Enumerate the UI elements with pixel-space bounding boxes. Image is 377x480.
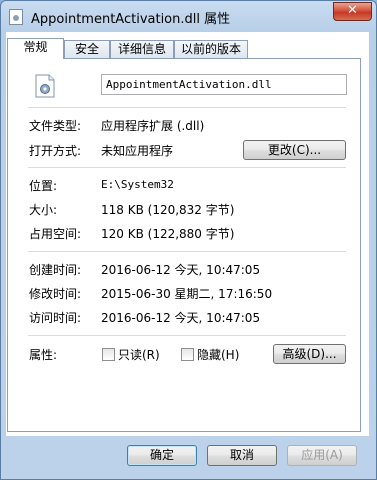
cancel-button[interactable]: 取消 bbox=[207, 445, 277, 466]
size-on-disk-value: 120 KB (122,880 字节) bbox=[101, 227, 235, 241]
separator bbox=[28, 167, 346, 168]
size-on-disk-label: 占用空间: bbox=[29, 227, 82, 241]
dll-gear-icon bbox=[35, 74, 55, 98]
window-title: AppointmentActivation.dll 属性 bbox=[31, 12, 231, 27]
file-type-label: 文件类型: bbox=[29, 119, 82, 133]
modified-value: 2015-06-30 星期二, 17:16:50 bbox=[101, 287, 273, 301]
created-value: 2016-06-12 今天, 10:47:05 bbox=[101, 263, 261, 277]
accessed-label: 访问时间: bbox=[29, 311, 82, 325]
attributes-label: 属性: bbox=[29, 348, 58, 362]
separator bbox=[28, 335, 346, 336]
readonly-label[interactable]: 只读(R) bbox=[118, 346, 160, 363]
general-tab-panel bbox=[7, 58, 361, 432]
accessed-value: 2016-06-12 今天, 10:47:05 bbox=[101, 311, 261, 325]
close-button[interactable]: ✕ bbox=[333, 2, 372, 21]
file-name-field[interactable]: AppointmentActivation.dll bbox=[101, 74, 347, 95]
close-icon: ✕ bbox=[347, 3, 358, 18]
tab-security[interactable]: 安全 bbox=[64, 40, 110, 58]
change-button[interactable]: 更改(C)... bbox=[243, 140, 346, 160]
file-type-value: 应用程序扩展 (.dll) bbox=[101, 119, 205, 133]
location-label: 位置: bbox=[29, 179, 58, 193]
hidden-label[interactable]: 隐藏(H) bbox=[197, 346, 239, 363]
hidden-checkbox[interactable] bbox=[181, 348, 194, 361]
size-value: 118 KB (120,832 字节) bbox=[101, 203, 235, 217]
dll-file-icon bbox=[9, 9, 23, 25]
advanced-button[interactable]: 高级(D)... bbox=[273, 344, 346, 364]
apply-button[interactable]: 应用(A) bbox=[287, 445, 357, 466]
size-label: 大小: bbox=[29, 203, 58, 217]
ok-button[interactable]: 确定 bbox=[127, 445, 197, 466]
open-with-value: 未知应用程序 bbox=[101, 144, 174, 158]
separator bbox=[28, 251, 346, 252]
tab-previous-versions[interactable]: 以前的版本 bbox=[174, 40, 248, 58]
readonly-checkbox[interactable] bbox=[102, 348, 115, 361]
title-bar[interactable]: AppointmentActivation.dll 属性 ✕ bbox=[1, 1, 376, 31]
location-value: E:\System32 bbox=[101, 178, 174, 191]
created-label: 创建时间: bbox=[29, 263, 82, 277]
tab-details[interactable]: 详细信息 bbox=[110, 40, 174, 58]
tab-general[interactable]: 常规 bbox=[7, 38, 64, 59]
separator bbox=[28, 107, 346, 108]
open-with-label: 打开方式: bbox=[29, 144, 82, 158]
modified-label: 修改时间: bbox=[29, 287, 82, 301]
